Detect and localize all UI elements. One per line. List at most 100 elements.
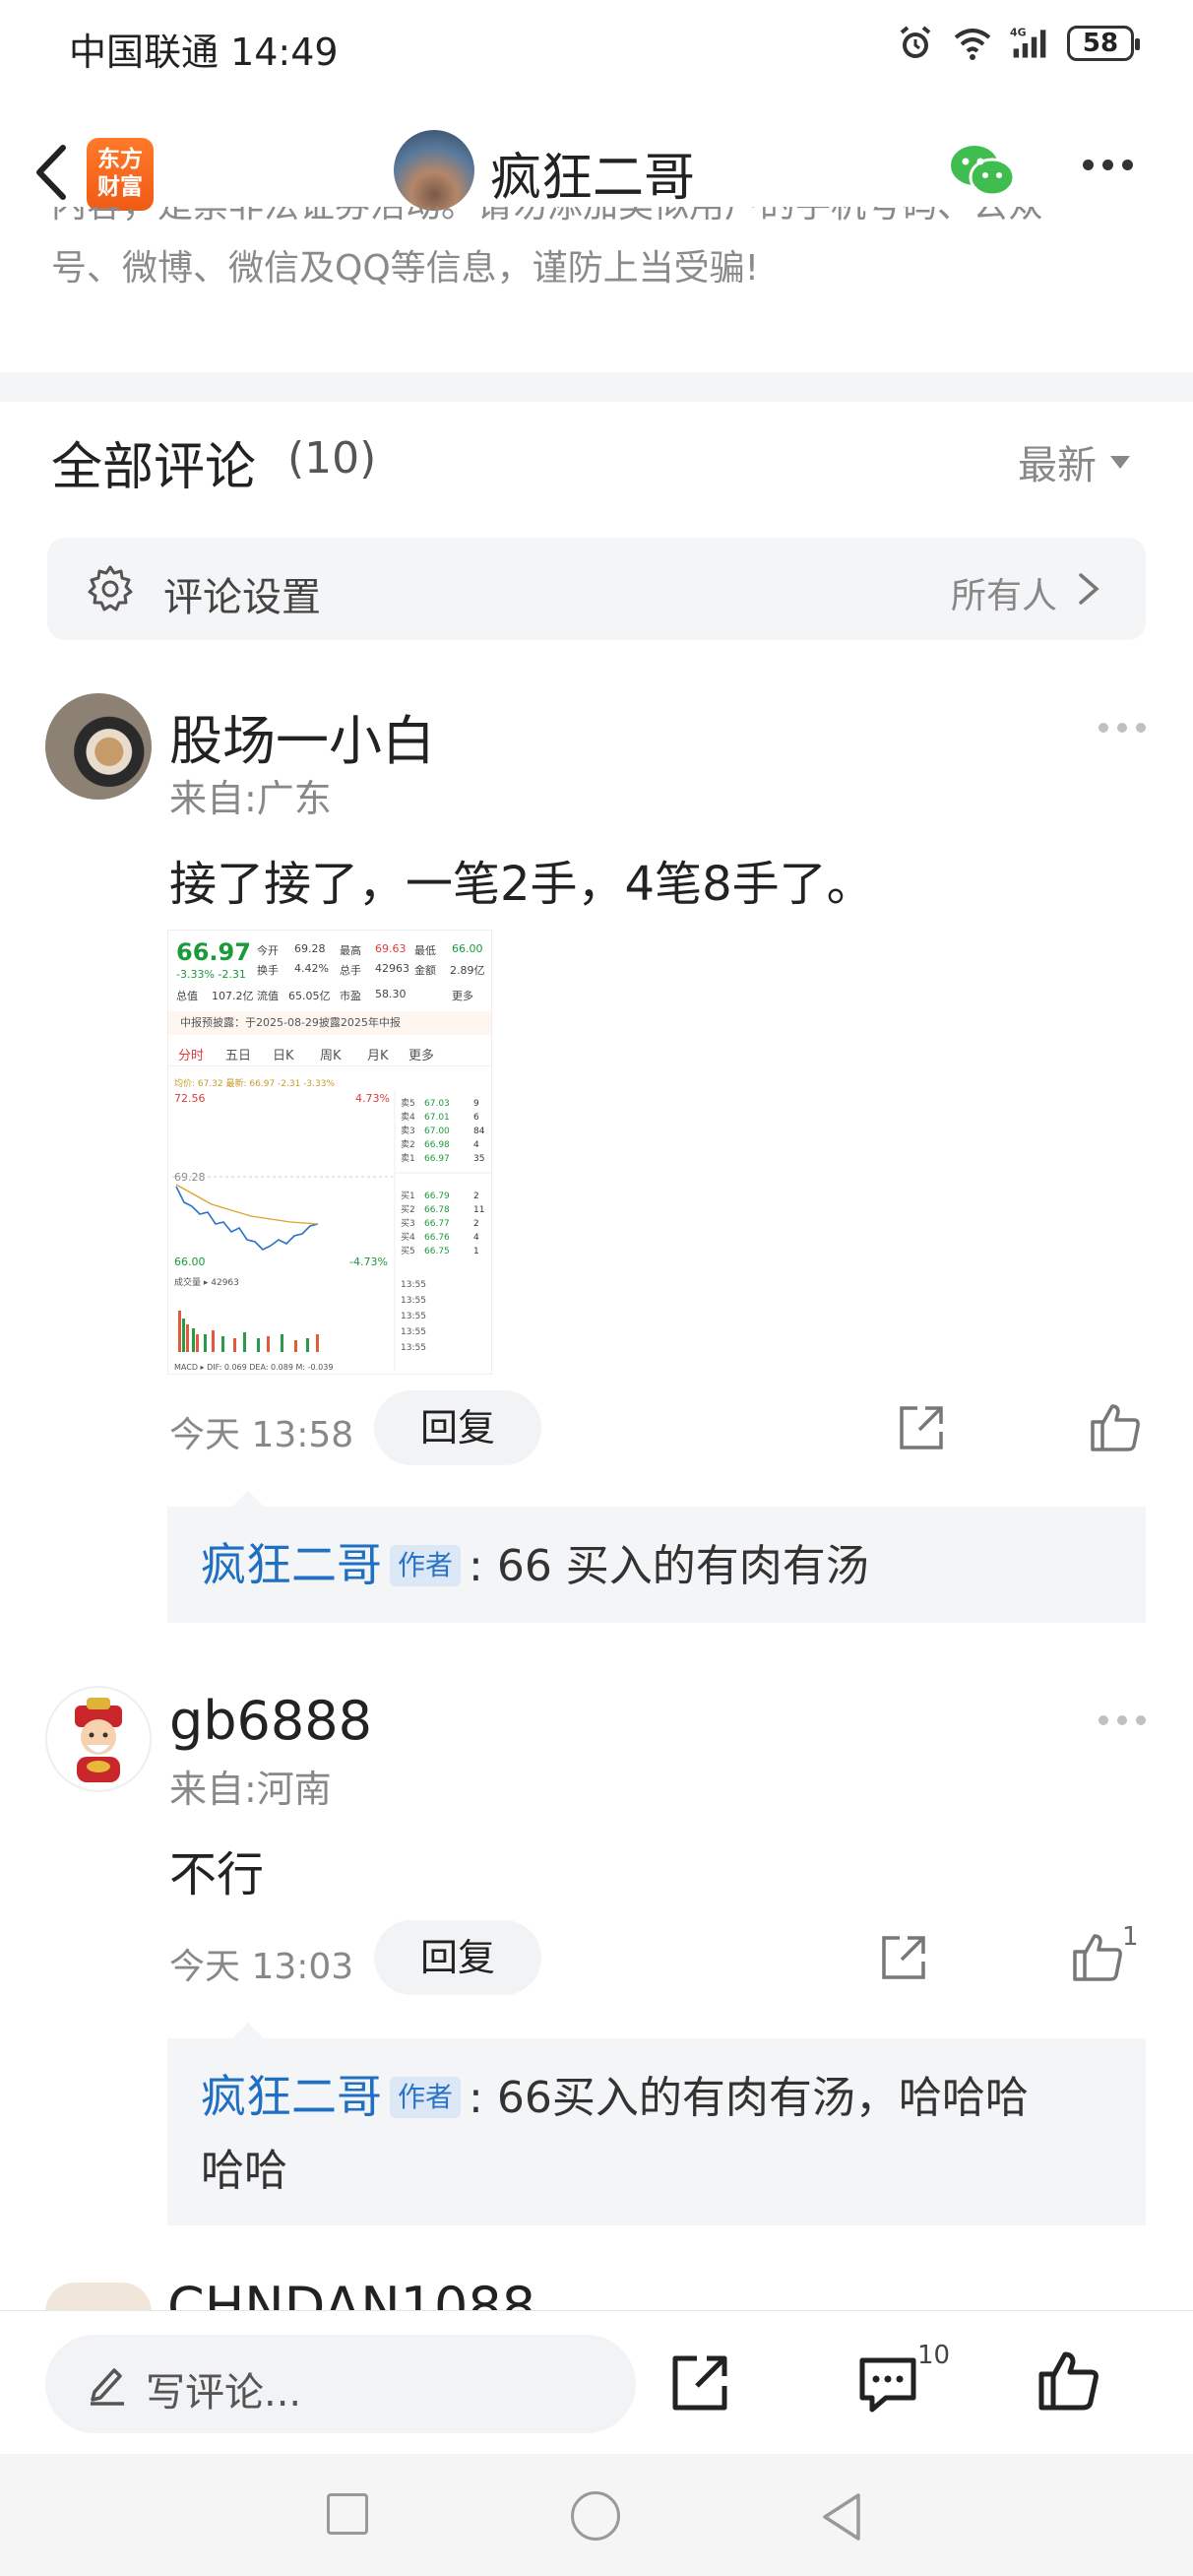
author-badge: 作者 [390, 2077, 462, 2118]
share-icon[interactable] [669, 2351, 732, 2414]
author-badge: 作者 [390, 1545, 462, 1586]
reply-text: : 66 买入的有肉有汤 [469, 1541, 869, 1591]
svg-text:6: 6 [473, 1113, 479, 1123]
svg-text:卖1: 卖1 [401, 1153, 415, 1164]
svg-text:67.03: 67.03 [424, 1099, 450, 1109]
svg-text:MACD ▸ DIF: 0.069 DEA: 0.089: MACD ▸ DIF: 0.069 DEA: 0.089 M: -0.039 [174, 1363, 333, 1372]
commenter-avatar[interactable] [45, 1686, 152, 1792]
more-options-icon[interactable] [1083, 160, 1142, 179]
svg-text:卖4: 卖4 [401, 1112, 415, 1123]
gear-icon [88, 565, 133, 612]
reply-text: : 66买入的有肉有汤，哈哈哈 [469, 2073, 1029, 2123]
svg-text:66.79: 66.79 [424, 1191, 450, 1201]
svg-text:买5: 买5 [401, 1246, 415, 1256]
comment-text: 接了接了，一笔2手，4笔8手了。 [169, 857, 874, 912]
svg-text:4: 4 [473, 1233, 479, 1243]
svg-text:66.97: 66.97 [424, 1154, 450, 1164]
svg-text:35: 35 [473, 1154, 484, 1164]
svg-text:4: 4 [473, 1140, 479, 1150]
svg-text:11: 11 [473, 1205, 484, 1215]
reply-author-name[interactable]: 疯狂二哥 [201, 1538, 382, 1591]
settings-label: 评论设置 [163, 575, 321, 620]
page-title[interactable]: 疯狂二哥 [490, 136, 695, 210]
svg-text:13:55: 13:55 [401, 1280, 426, 1290]
recent-apps-button[interactable] [327, 2493, 368, 2535]
comment-location: 来自:广东 [169, 777, 332, 820]
svg-text:67.01: 67.01 [424, 1113, 450, 1123]
commenter-avatar[interactable] [45, 2283, 152, 2312]
like-icon[interactable] [1071, 1930, 1124, 1983]
comment-icon[interactable] [856, 2354, 919, 2414]
like-count: 1 [1122, 1922, 1139, 1952]
back-arrow-icon[interactable] [22, 138, 81, 207]
home-button[interactable] [571, 2491, 620, 2541]
status-bar: 中国联通 14:49 4G 58 [0, 0, 1193, 98]
svg-text:13:55: 13:55 [401, 1343, 426, 1353]
comment-count-badge: 10 [917, 2341, 951, 2370]
like-icon[interactable] [1037, 2349, 1100, 2412]
reply-button[interactable]: 回复 [374, 1390, 541, 1465]
chevron-right-icon [1079, 573, 1099, 605]
eastmoney-logo[interactable]: 东方 财富 [87, 138, 154, 211]
pen-icon [91, 2368, 124, 2406]
share-icon[interactable] [878, 1932, 929, 1983]
fortune-god-icon [75, 1698, 122, 1782]
bottom-action-bar: 写评论... 10 [0, 2310, 1193, 2454]
comment-timestamp: 今天 13:03 [169, 1947, 354, 1987]
svg-text:买3: 买3 [401, 1218, 415, 1229]
commenter-avatar[interactable] [45, 693, 152, 800]
cellular-signal-icon: 4G [1010, 27, 1046, 58]
sort-dropdown[interactable]: 最新 [1018, 433, 1130, 490]
comments-count: (10) [287, 433, 377, 483]
svg-text:4.73%: 4.73% [355, 1092, 390, 1105]
section-divider [0, 372, 1193, 402]
svg-text:买4: 买4 [401, 1232, 415, 1243]
comment-username[interactable]: gb6888 [169, 1690, 372, 1752]
svg-text:4G: 4G [1010, 27, 1027, 39]
alarm-icon [900, 26, 931, 58]
system-navigation-bar [0, 2454, 1193, 2576]
svg-text:66.77: 66.77 [424, 1219, 450, 1229]
comment-text: 不行 [169, 1847, 265, 1902]
battery-indicator: 58 [1067, 26, 1140, 61]
svg-text:66.98: 66.98 [424, 1140, 450, 1150]
write-comment-input[interactable]: 写评论... [45, 2335, 636, 2433]
comment-username[interactable]: 股场一小白 [169, 697, 435, 775]
svg-text:66.78: 66.78 [424, 1205, 450, 1215]
reply-text-continued: 哈哈 [201, 2146, 287, 2196]
wechat-share-icon[interactable] [947, 140, 1018, 203]
reply-button[interactable]: 回复 [374, 1920, 541, 1995]
svg-text:13:55: 13:55 [401, 1327, 426, 1337]
reply-author-name[interactable]: 疯狂二哥 [201, 2070, 382, 2123]
svg-text:卖5: 卖5 [401, 1098, 415, 1109]
reply-thread[interactable]: 疯狂二哥 作者: 66 买入的有肉有汤 [167, 1491, 1146, 1623]
svg-text:成交量 ▸ 42963: 成交量 ▸ 42963 [174, 1276, 239, 1288]
comment-more-icon[interactable] [1099, 1715, 1146, 1725]
svg-text:67.00: 67.00 [424, 1127, 450, 1136]
like-icon[interactable] [1089, 1400, 1142, 1453]
svg-text:-4.73%: -4.73% [349, 1256, 388, 1268]
comment-location: 来自:河南 [169, 1768, 332, 1811]
svg-text:66.76: 66.76 [424, 1233, 450, 1243]
comment-timestamp: 今天 13:58 [169, 1415, 354, 1455]
svg-text:13:55: 13:55 [401, 1296, 426, 1306]
svg-text:9: 9 [473, 1099, 479, 1109]
status-carrier-time: 中国联通 14:49 [69, 31, 339, 74]
wifi-icon [954, 29, 991, 60]
risk-notice: 内容，是禁非法证券活动。请勿添加类似用户的手机号码、公众 号、微博、微信及QQ等… [51, 207, 1043, 289]
svg-text:13:55: 13:55 [401, 1312, 426, 1321]
svg-text:卖3: 卖3 [401, 1126, 415, 1136]
comment-username[interactable]: CHNDAN1088 [167, 2281, 561, 2310]
stock-chart-image[interactable]: 66.97 -3.33% -2.31 今开 69.28 最高 69.63 最低 … [167, 930, 492, 1375]
share-icon[interactable] [896, 1402, 947, 1453]
intraday-chart: 均价: 67.32 最新: 66.97 -2.31 -3.33% 72.56 4… [172, 1077, 491, 1372]
svg-text:均价: 67.32 最新: 66.97 -2.31 -: 均价: 67.32 最新: 66.97 -2.31 -3.33% [174, 1077, 335, 1089]
svg-text:2: 2 [473, 1219, 479, 1229]
reply-thread[interactable]: 疯狂二哥 作者: 66买入的有肉有汤，哈哈哈哈哈 [167, 2023, 1146, 2225]
svg-text:买2: 买2 [401, 1204, 415, 1215]
comment-more-icon[interactable] [1099, 723, 1146, 733]
caret-down-icon [1110, 455, 1130, 469]
system-back-icon[interactable] [817, 2489, 866, 2544]
profile-avatar[interactable] [394, 130, 474, 211]
comment-settings-row[interactable]: 评论设置 所有人 [47, 538, 1146, 640]
